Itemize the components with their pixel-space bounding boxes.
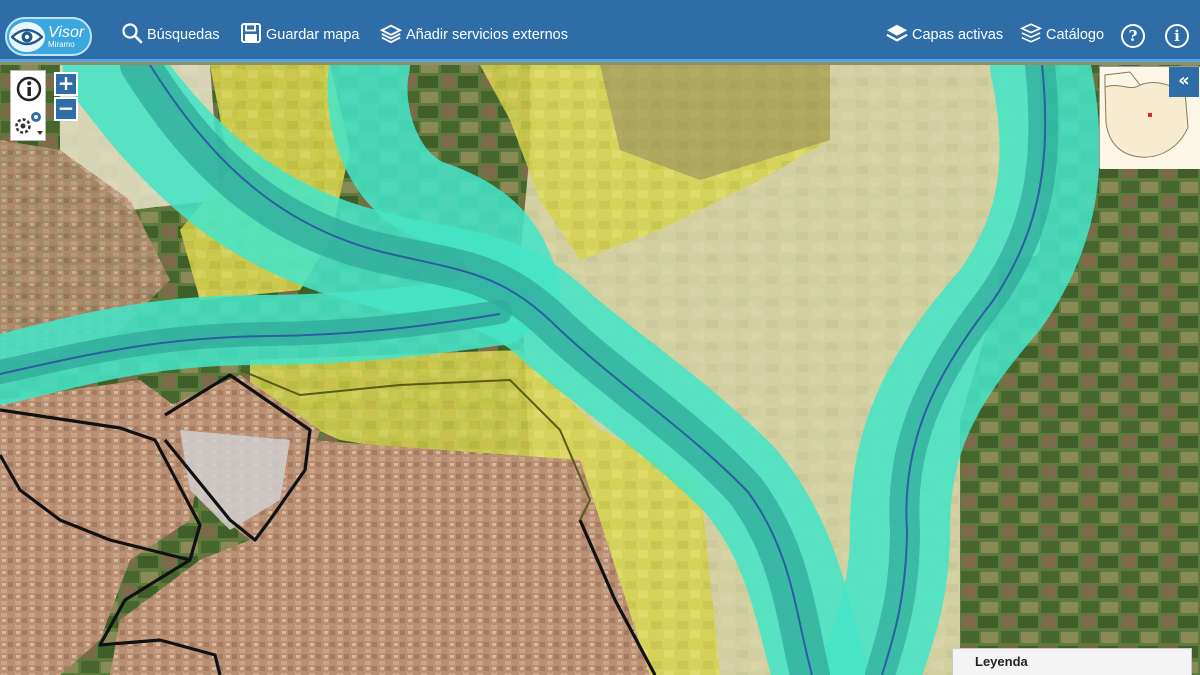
settings-gears-icon[interactable] xyxy=(15,112,44,135)
search-button[interactable]: Búsquedas xyxy=(121,22,220,48)
top-toolbar: Visor Miramo Búsquedas Guardar mapa Añad… xyxy=(0,0,1200,62)
catalog-button[interactable]: Catálogo xyxy=(1019,22,1105,48)
current-view-marker xyxy=(1148,113,1152,117)
save-map-button[interactable]: Guardar mapa xyxy=(240,22,360,48)
catalog-stack-icon xyxy=(1019,22,1046,48)
save-map-label: Guardar mapa xyxy=(266,27,360,43)
layers-icon xyxy=(886,22,912,48)
save-icon xyxy=(240,22,266,48)
map-view[interactable] xyxy=(0,65,1200,675)
eye-logo-icon xyxy=(9,21,45,52)
app-logo[interactable]: Visor Miramo xyxy=(5,17,92,56)
collapse-overview-button[interactable]: « xyxy=(1169,67,1199,97)
search-icon xyxy=(121,22,147,48)
logo-subtitle: Miramo xyxy=(48,39,75,49)
catalog-label: Catálogo xyxy=(1046,27,1105,43)
zoom-out-button[interactable]: − xyxy=(54,97,78,121)
layers-add-icon xyxy=(379,22,406,48)
legend-panel[interactable]: Leyenda xyxy=(952,648,1192,675)
search-label: Búsquedas xyxy=(147,27,220,43)
active-layers-button[interactable]: Capas activas xyxy=(886,22,1003,48)
logo-title: Visor xyxy=(48,23,85,41)
info-icon[interactable]: i xyxy=(1165,24,1189,48)
zoom-in-button[interactable]: + xyxy=(54,72,78,96)
add-services-label: Añadir servicios externos xyxy=(406,27,568,43)
identify-info-icon[interactable] xyxy=(16,76,42,102)
legend-title: Leyenda xyxy=(975,654,1028,669)
map-tools-panel xyxy=(10,70,46,141)
map-canvas[interactable] xyxy=(0,65,1200,675)
add-external-services-button[interactable]: Añadir servicios externos xyxy=(379,22,568,48)
help-icon[interactable]: ? xyxy=(1121,24,1145,48)
active-layers-label: Capas activas xyxy=(912,27,1004,43)
zoom-controls: + − xyxy=(54,72,78,121)
